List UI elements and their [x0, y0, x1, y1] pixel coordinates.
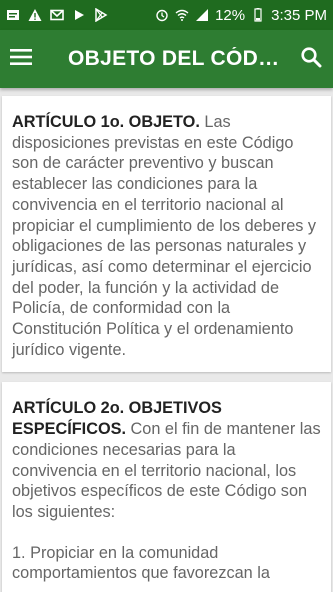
- play-icon: [72, 8, 86, 22]
- article-list[interactable]: ARTÍCULO 1o. OBJETO. Las disposiciones p…: [0, 88, 333, 592]
- wifi-icon: [175, 8, 189, 22]
- play-store-icon: [94, 8, 108, 22]
- article-card[interactable]: ARTÍCULO 2o. OBJETIVOS ESPECÍFICOS. Con …: [2, 382, 331, 592]
- status-bar-system: 12% 3:35 PM: [155, 7, 327, 24]
- warning-icon: [28, 8, 42, 22]
- app-bar: OBJETO DEL CÓDIGO: [0, 30, 333, 88]
- gmail-icon: [50, 8, 64, 22]
- search-button[interactable]: [293, 41, 329, 77]
- article-list-item: 1. Propiciar en la comunidad comportamie…: [12, 543, 270, 583]
- menu-button[interactable]: [3, 41, 39, 77]
- page-title: OBJETO DEL CÓDIGO: [68, 47, 293, 70]
- status-bar: 12% 3:35 PM: [0, 0, 333, 30]
- signal-icon: [195, 8, 209, 22]
- article-text: ARTÍCULO 1o. OBJETO. Las disposiciones p…: [12, 112, 321, 360]
- search-icon: [300, 46, 322, 73]
- article-card[interactable]: ARTÍCULO 1o. OBJETO. Las disposiciones p…: [2, 96, 331, 373]
- article-body: Las disposiciones previstas en este Códi…: [12, 113, 317, 359]
- article-text: ARTÍCULO 2o. OBJETIVOS ESPECÍFICOS. Con …: [12, 398, 321, 522]
- status-time: 3:35 PM: [271, 6, 327, 24]
- battery-percent: 12%: [215, 6, 246, 24]
- notification-icon: [6, 8, 20, 22]
- battery-icon: [251, 8, 265, 22]
- alarm-icon: [155, 8, 169, 22]
- article-heading: ARTÍCULO 1o. OBJETO.: [12, 113, 200, 131]
- menu-icon: [10, 48, 32, 71]
- status-bar-notifications: [6, 8, 108, 22]
